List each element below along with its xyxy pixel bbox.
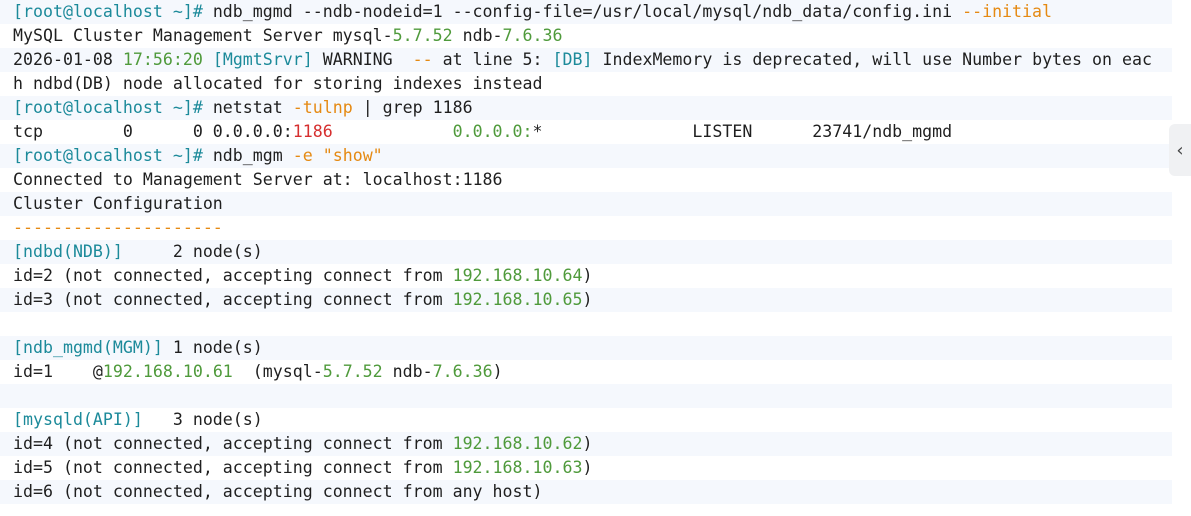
terminal-text-segment: 7.6.36 <box>502 26 563 45</box>
terminal-text-segment: 192.168.10.65 <box>452 290 583 309</box>
terminal-line: id=4 (not connected, accepting connect f… <box>0 432 1172 456</box>
terminal-text-segment: 5.7.52 <box>392 26 453 45</box>
terminal-line <box>0 384 1172 408</box>
chevron-left-icon: ‹ <box>1176 139 1184 161</box>
terminal-text-segment: [MgmtSrvr] <box>202 50 323 69</box>
terminal-text-segment: -- <box>412 50 433 69</box>
terminal-text-segment: id=1 @ <box>13 362 103 381</box>
terminal-text-segment: 2 node(s) <box>122 242 263 261</box>
terminal-text-segment: 5.7.52 <box>322 362 383 381</box>
terminal-line: [mysqld(API)] 3 node(s) <box>0 408 1172 432</box>
terminal-text-segment: id=5 (not connected, accepting connect f… <box>13 458 453 477</box>
terminal-line: id=1 @192.168.10.61 (mysql-5.7.52 ndb-7.… <box>0 360 1172 384</box>
terminal-line: [ndb_mgmd(MGM)] 1 node(s) <box>0 336 1172 360</box>
terminal-text-segment: 3 node(s) <box>142 410 263 429</box>
terminal-text-segment: [root@localhost ~]# <box>13 98 213 117</box>
terminal-output[interactable]: [root@localhost ~]# ndb_mgmd --ndb-nodei… <box>0 0 1172 516</box>
terminal-line: --------------------- <box>0 216 1172 240</box>
terminal-line: id=6 (not connected, accepting connect f… <box>0 480 1172 504</box>
terminal-text-segment: --------------------- <box>13 218 223 237</box>
terminal-text-segment: -e <box>292 146 313 165</box>
terminal-line: id=3 (not connected, accepting connect f… <box>0 288 1172 312</box>
terminal-text-segment: Connected to Management Server at: local… <box>13 170 503 189</box>
terminal-text-segment: [DB] <box>552 50 593 69</box>
terminal-text-segment: 192.168.10.64 <box>452 266 583 285</box>
terminal-text-segment: (mysql- <box>232 362 323 381</box>
terminal-text-segment: h ndbd(DB) node allocated for storing in… <box>13 74 543 93</box>
terminal-text-segment: at line 5: <box>432 50 553 69</box>
terminal-text-segment: ) <box>582 434 593 453</box>
terminal-text-segment: * LISTEN 23741/ndb_mgmd <box>532 122 953 141</box>
terminal-text-segment: 192.168.10.63 <box>452 458 583 477</box>
terminal-line: id=5 (not connected, accepting connect f… <box>0 456 1172 480</box>
terminal-text-segment: -tulnp <box>292 98 353 117</box>
terminal-text-segment: [root@localhost ~]# <box>13 146 213 165</box>
terminal-text-segment: ndb- <box>382 362 433 381</box>
terminal-text-segment: MySQL Cluster Management Server mysql- <box>13 26 393 45</box>
terminal-text-segment: id=2 (not connected, accepting connect f… <box>13 266 453 285</box>
terminal-text-segment: "show" <box>322 146 383 165</box>
terminal-text-segment: ndb_mgm <box>212 146 293 165</box>
terminal-text-segment: | grep 1186 <box>352 98 473 117</box>
terminal-line: 2026-01-08 17:56:20 [MgmtSrvr] WARNING -… <box>0 48 1172 72</box>
terminal-text-segment: 1186 <box>292 122 333 141</box>
terminal-text-segment: netstat <box>212 98 293 117</box>
terminal-text-segment: [ndb_mgmd(MGM)] <box>13 338 163 357</box>
terminal-text-segment: 192.168.10.62 <box>452 434 583 453</box>
terminal-text-segment: Cluster Configuration <box>13 194 223 213</box>
terminal-text-segment: id=6 (not connected, accepting connect f… <box>13 482 543 501</box>
terminal-text-segment: 0.0.0.0: <box>452 122 533 141</box>
terminal-text-segment: IndexMemory is deprecated, will use Numb… <box>592 50 1152 69</box>
terminal-text-segment: ndb- <box>452 26 503 45</box>
terminal-line: h ndbd(DB) node allocated for storing in… <box>0 72 1172 96</box>
terminal-text-segment: 17:56:20 <box>122 50 203 69</box>
terminal-line: [ndbd(NDB)] 2 node(s) <box>0 240 1172 264</box>
terminal-line: Cluster Configuration <box>0 192 1172 216</box>
terminal-line: id=2 (not connected, accepting connect f… <box>0 264 1172 288</box>
terminal-text-segment: ndb_mgmd --ndb-nodeid=1 --config-file=/u… <box>212 2 963 21</box>
collapse-panel-button[interactable]: ‹ <box>1169 124 1191 176</box>
terminal-text-segment: [ndbd(NDB)] <box>13 242 123 261</box>
terminal-text-segment: [mysqld(API)] <box>13 410 143 429</box>
terminal-line: tcp 0 0 0.0.0.0:1186 0.0.0.0:* LISTEN 23… <box>0 120 1172 144</box>
terminal-line: [root@localhost ~]# netstat -tulnp | gre… <box>0 96 1172 120</box>
terminal-text-segment: id=3 (not connected, accepting connect f… <box>13 290 453 309</box>
terminal-text-segment: id=4 (not connected, accepting connect f… <box>13 434 453 453</box>
terminal-text-segment: WARNING <box>322 50 413 69</box>
terminal-text-segment: ) <box>582 458 593 477</box>
terminal-text-segment: 2026-01-08 <box>13 50 123 69</box>
terminal-text-segment: ) <box>492 362 503 381</box>
terminal-line: [root@localhost ~]# ndb_mgmd --ndb-nodei… <box>0 0 1172 24</box>
terminal-text-segment: --initial <box>962 2 1053 21</box>
terminal-text-segment: 1 node(s) <box>162 338 263 357</box>
terminal-text-segment: ) <box>582 266 593 285</box>
terminal-line: [root@localhost ~]# ndb_mgm -e "show" <box>0 144 1172 168</box>
terminal-line: Connected to Management Server at: local… <box>0 168 1172 192</box>
terminal-text-segment: [root@localhost ~]# <box>13 2 213 21</box>
terminal-line: MySQL Cluster Management Server mysql-5.… <box>0 24 1172 48</box>
terminal-text-segment: 192.168.10.61 <box>102 362 233 381</box>
terminal-text-segment: ) <box>582 290 593 309</box>
terminal-text-segment: 7.6.36 <box>432 362 493 381</box>
terminal-text-segment: tcp 0 0 0.0.0.0: <box>13 122 293 141</box>
